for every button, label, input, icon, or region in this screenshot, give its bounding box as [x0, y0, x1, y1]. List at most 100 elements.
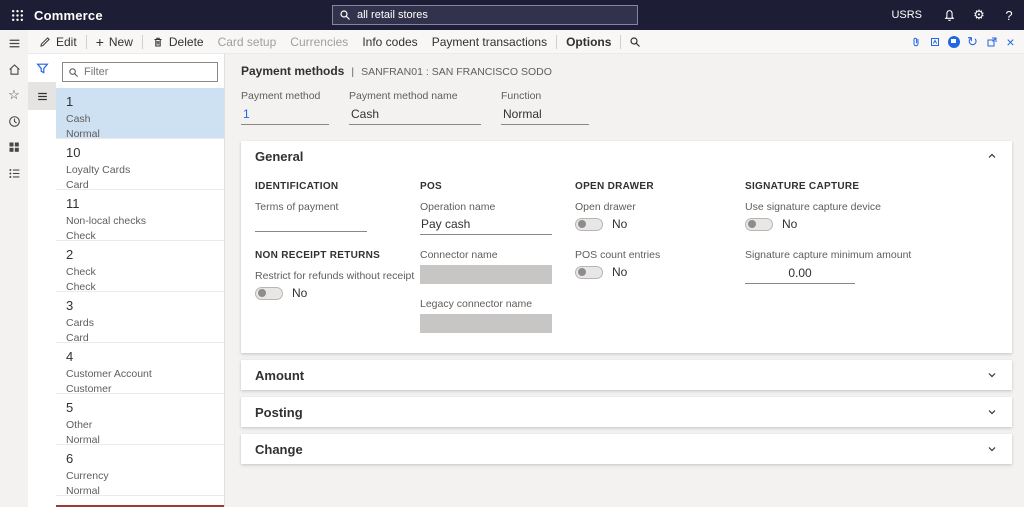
posting-section-header[interactable]: Posting: [241, 397, 1012, 427]
topbar-right-controls: USRS ⚙ ?: [879, 0, 1024, 30]
signature-device-toggle-row: No: [745, 217, 998, 231]
app-shell: ☆ Edit + New Delete Card setup Currencie…: [0, 30, 1024, 507]
list-item[interactable]: 1 Cash Normal: [56, 88, 224, 140]
global-search-box[interactable]: [332, 5, 638, 25]
separator: [620, 34, 622, 49]
home-icon[interactable]: [0, 56, 28, 82]
list-item[interactable]: 2 Check Check: [56, 241, 224, 293]
nav-menu-hamburger-icon[interactable]: [0, 30, 28, 56]
app-name[interactable]: Commerce: [34, 8, 103, 23]
list-item[interactable]: 3 Cards Card: [56, 292, 224, 344]
separator: [85, 34, 87, 49]
toggle-value: No: [292, 286, 308, 300]
office-export-icon[interactable]: [925, 30, 944, 54]
list-item[interactable]: 4 Customer Account Customer: [56, 343, 224, 395]
settings-gear-icon[interactable]: ⚙: [964, 0, 994, 30]
page-title: Payment methods: [241, 64, 345, 78]
connector-name-input: [420, 265, 552, 284]
payment-transactions-button[interactable]: Payment transactions: [425, 30, 554, 54]
user-account-label[interactable]: USRS: [879, 9, 934, 21]
operation-name-label: Operation name: [420, 201, 496, 213]
payment-method-id: 10: [66, 145, 81, 160]
info-codes-button[interactable]: Info codes: [355, 30, 424, 54]
list-item[interactable]: 6 Currency Normal: [56, 445, 224, 497]
open-drawer-label: Open drawer: [575, 201, 636, 213]
payment-method-name: Other: [66, 419, 93, 431]
function-value[interactable]: Normal: [501, 106, 589, 125]
refresh-icon[interactable]: ↻: [963, 30, 982, 54]
pos-count-toggle[interactable]: [575, 265, 603, 279]
pos-count-toggle-row: No: [575, 265, 745, 279]
general-section-header[interactable]: General: [241, 141, 1012, 171]
modules-icon[interactable]: [0, 160, 28, 186]
payment-method-name-field: Payment method name Cash: [349, 90, 481, 125]
list-view-icon[interactable]: [28, 82, 56, 110]
payment-method-id: 1: [66, 94, 74, 109]
notifications-bell-icon[interactable]: [934, 0, 964, 30]
list-item[interactable]: 11 Non-local checks Check: [56, 190, 224, 242]
payment-method-name-value[interactable]: Cash: [349, 106, 481, 125]
amount-section-header[interactable]: Amount: [241, 360, 1012, 390]
attachments-paperclip-icon[interactable]: [906, 30, 925, 54]
payment-method-id: 2: [66, 247, 74, 262]
signature-device-label: Use signature capture device: [745, 201, 881, 213]
message-center-badge-icon[interactable]: [944, 30, 963, 54]
currencies-button[interactable]: Currencies: [283, 30, 355, 54]
change-section-header[interactable]: Change: [241, 434, 1012, 464]
operation-name-value[interactable]: Pay cash: [420, 217, 552, 235]
options-label: Options: [566, 34, 612, 49]
actionbar-search-icon[interactable]: [623, 30, 647, 54]
global-search-input[interactable]: [357, 9, 631, 21]
restrict-refunds-toggle[interactable]: [255, 286, 283, 300]
workspaces-icon[interactable]: [0, 134, 28, 160]
action-bar: Edit + New Delete Card setup Currencies …: [28, 30, 1024, 54]
chevron-up-icon: [986, 150, 998, 162]
list-filter-input[interactable]: [84, 66, 212, 78]
edit-button[interactable]: Edit: [32, 30, 84, 54]
record-context: SANFRAN01 : SAN FRANCISCO SODO: [361, 66, 552, 78]
field-label: Function: [501, 90, 542, 102]
payment-method-value[interactable]: 1: [241, 106, 329, 125]
signature-capture-column: SIGNATURE CAPTURE Use signature capture …: [745, 171, 998, 333]
separator: [141, 34, 143, 49]
list-item[interactable]: 5 Other Normal: [56, 394, 224, 446]
app-launcher-waffle-icon[interactable]: [0, 0, 34, 30]
payment-method-id: 6: [66, 451, 74, 466]
new-label: New: [108, 34, 133, 49]
payment-method-id: 11: [66, 196, 80, 211]
card-setup-button[interactable]: Card setup: [211, 30, 284, 54]
signature-device-toggle[interactable]: [745, 217, 773, 231]
open-drawer-toggle[interactable]: [575, 217, 603, 231]
close-icon[interactable]: ×: [1001, 30, 1020, 54]
group-title: POS: [420, 181, 443, 192]
signature-min-amount-value[interactable]: 0.00: [745, 266, 855, 284]
list-item[interactable]: 10 Loyalty Cards Card: [56, 139, 224, 191]
payment-methods-list: 1 Cash Normal 10 Loyalty Cards Card 11 N…: [56, 88, 224, 507]
pos-column: POS Operation name Pay cash Connector na…: [420, 171, 575, 333]
help-icon[interactable]: ?: [994, 0, 1024, 30]
delete-button[interactable]: Delete: [145, 30, 211, 54]
filter-funnel-icon[interactable]: [28, 54, 56, 82]
terms-of-payment-input[interactable]: [255, 217, 367, 232]
recent-clock-icon[interactable]: [0, 108, 28, 134]
favorites-star-icon[interactable]: ☆: [0, 82, 28, 108]
new-button[interactable]: + New: [89, 30, 140, 54]
identification-column: IDENTIFICATION Terms of payment NON RECE…: [255, 171, 420, 333]
connector-name-label: Connector name: [420, 249, 498, 261]
badge-circle: [947, 35, 960, 48]
restrict-refunds-label: Restrict for refunds without receipt: [255, 270, 415, 282]
pencil-icon: [39, 36, 51, 48]
delete-label: Delete: [168, 34, 204, 49]
payment-transactions-label: Payment transactions: [431, 34, 548, 49]
section-title: Change: [255, 441, 303, 457]
chevron-down-icon: [986, 369, 998, 381]
payment-method-name: Cards: [66, 317, 95, 329]
details-form: Payment methods | SANFRAN01 : SAN FRANCI…: [225, 54, 1024, 507]
options-button[interactable]: Options: [559, 30, 618, 54]
signature-min-amount-label: Signature capture minimum amount: [745, 249, 912, 261]
records-list-panel: 1 Cash Normal 10 Loyalty Cards Card 11 N…: [56, 54, 225, 507]
breadcrumb: Payment methods | SANFRAN01 : SAN FRANCI…: [241, 64, 1012, 78]
legacy-connector-name-input: [420, 314, 552, 333]
list-filter-box[interactable]: [62, 62, 218, 82]
open-in-new-window-icon[interactable]: [982, 30, 1001, 54]
